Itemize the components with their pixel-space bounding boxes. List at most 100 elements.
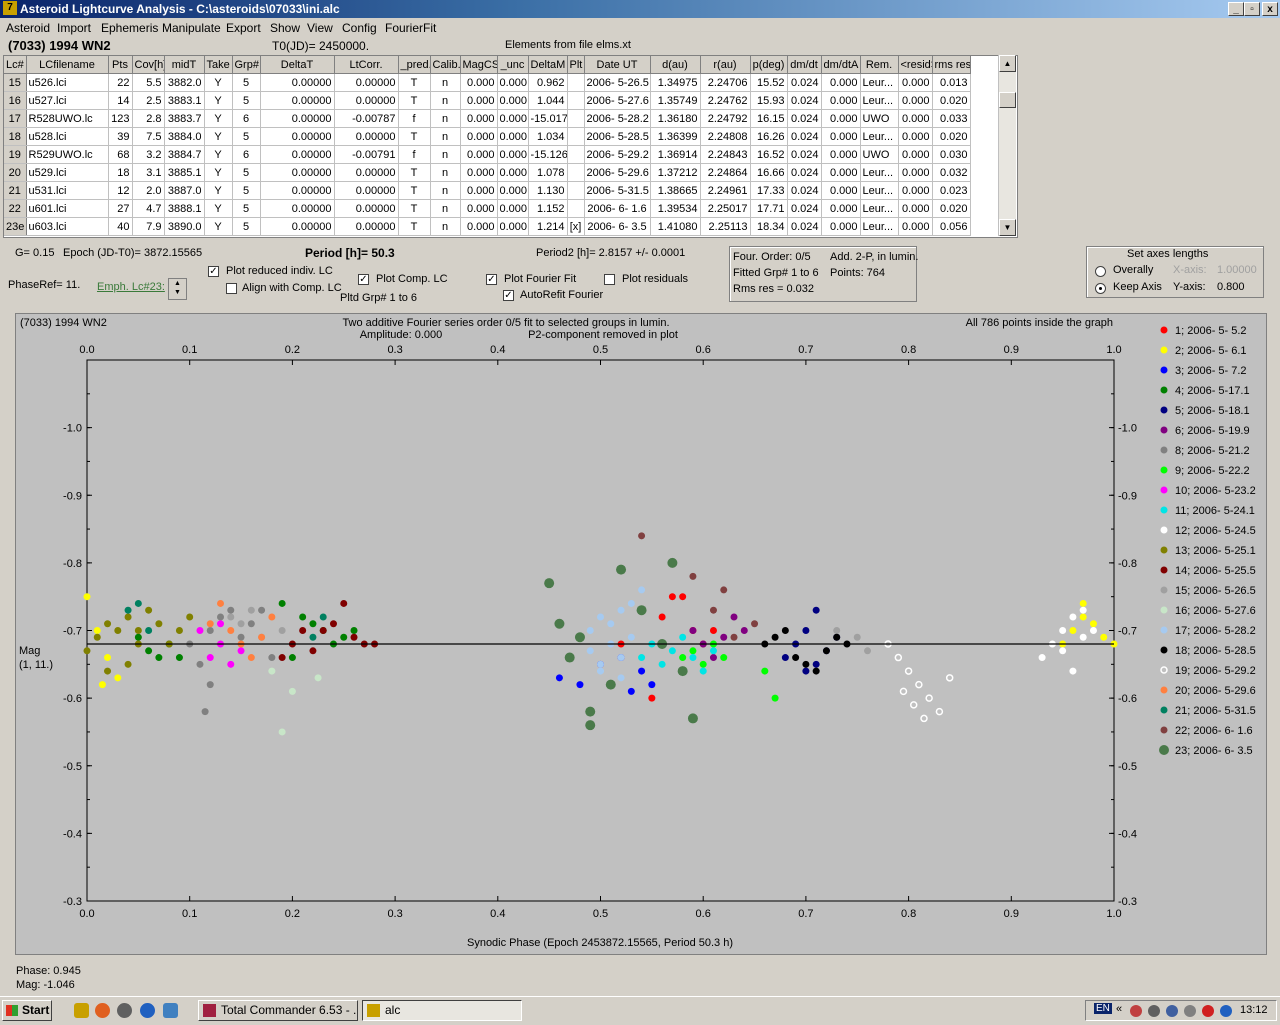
table-cell[interactable]: -0.00787 [334, 109, 399, 128]
table-cell[interactable]: 5 [232, 217, 261, 236]
column-header[interactable]: LCfilename [26, 56, 109, 74]
table-cell[interactable]: 15.93 [750, 91, 788, 110]
table-cell[interactable]: 2.24808 [700, 127, 751, 146]
table-cell[interactable]: 1.39534 [650, 199, 701, 218]
table-cell[interactable]: 0.000 [821, 145, 861, 164]
table-cell[interactable]: 123 [108, 109, 133, 128]
menu-view[interactable]: View [307, 21, 333, 35]
table-cell[interactable]: 0.00000 [260, 199, 335, 218]
table-cell[interactable]: 12 [108, 181, 133, 200]
table-cell[interactable]: 0.00000 [334, 199, 399, 218]
table-cell[interactable]: 0.024 [787, 181, 822, 200]
table-cell[interactable]: 0.000 [497, 127, 529, 146]
table-cell[interactable]: 0.000 [497, 181, 529, 200]
column-header[interactable]: Take [204, 56, 233, 74]
table-cell[interactable]: 16.26 [750, 127, 788, 146]
table-cell[interactable]: Leur... [860, 181, 899, 200]
align-comp-checkbox[interactable] [226, 283, 237, 294]
table-cell[interactable]: T [398, 127, 431, 146]
table-cell[interactable]: 0.000 [821, 163, 861, 182]
table-cell[interactable]: 2006- 6- 1.6 [584, 199, 651, 218]
table-cell[interactable]: 0.000 [821, 73, 861, 92]
xaxis-input[interactable]: 1.00000 [1217, 264, 1257, 276]
table-cell[interactable]: 0.00000 [260, 163, 335, 182]
row-number[interactable]: 21 [4, 181, 27, 200]
table-cell[interactable] [567, 181, 585, 200]
table-cell[interactable]: 3885.1 [164, 163, 205, 182]
table-cell[interactable]: n [430, 181, 461, 200]
menu-asteroid[interactable]: Asteroid [6, 21, 50, 35]
maximize-button[interactable]: ▫ [1244, 2, 1260, 16]
table-cell[interactable]: 0.00000 [260, 91, 335, 110]
table-cell[interactable]: 3887.0 [164, 181, 205, 200]
table-cell[interactable]: 2006- 5-28.5 [584, 127, 651, 146]
autorefit-checkbox[interactable]: ✓ [503, 290, 514, 301]
menu-import[interactable]: Import [57, 21, 91, 35]
table-cell[interactable]: 18.34 [750, 217, 788, 236]
column-header[interactable]: MagCS [460, 56, 498, 74]
table-cell[interactable]: 0.000 [898, 199, 933, 218]
table-cell[interactable]: UWO [860, 109, 899, 128]
table-cell[interactable]: 0.00000 [260, 217, 335, 236]
table-cell[interactable]: 2006- 5-31.5 [584, 181, 651, 200]
table-cell[interactable] [567, 199, 585, 218]
table-cell[interactable]: 0.030 [932, 145, 971, 164]
table-cell[interactable]: 3882.0 [164, 73, 205, 92]
scroll-up-icon[interactable]: ▲ [999, 55, 1016, 72]
column-header[interactable]: LtCorr. [334, 56, 399, 74]
table-cell[interactable]: 0.000 [898, 181, 933, 200]
table-cell[interactable]: 0.00000 [334, 91, 399, 110]
table-cell[interactable]: Leur... [860, 163, 899, 182]
table-cell[interactable]: f [398, 145, 431, 164]
table-cell[interactable]: u603.lci [26, 217, 109, 236]
column-header[interactable]: Grp# [232, 56, 261, 74]
row-number[interactable]: 16 [4, 91, 27, 110]
table-cell[interactable]: f [398, 109, 431, 128]
column-header[interactable]: _unc [497, 56, 529, 74]
row-number[interactable]: 15 [4, 73, 27, 92]
table-cell[interactable]: 0.000 [898, 109, 933, 128]
table-cell[interactable]: 7.5 [132, 127, 165, 146]
table-cell[interactable]: 1.41080 [650, 217, 701, 236]
table-cell[interactable]: 1.130 [528, 181, 568, 200]
table-cell[interactable]: 3883.7 [164, 109, 205, 128]
table-cell[interactable]: u529.lci [26, 163, 109, 182]
table-cell[interactable]: Leur... [860, 127, 899, 146]
table-cell[interactable]: u528.lci [26, 127, 109, 146]
plot-residuals-checkbox[interactable] [604, 274, 615, 285]
table-cell[interactable]: 1.34975 [650, 73, 701, 92]
table-cell[interactable]: 2006- 5-27.6 [584, 91, 651, 110]
table-cell[interactable]: n [430, 217, 461, 236]
emph-lc-link[interactable]: Emph. Lc#23: [97, 281, 165, 293]
table-cell[interactable]: 2.5 [132, 91, 165, 110]
table-cell[interactable]: 0.033 [932, 109, 971, 128]
table-cell[interactable]: Y [204, 127, 233, 146]
tray-icon-6[interactable] [1220, 1005, 1232, 1017]
table-cell[interactable]: n [430, 109, 461, 128]
table-cell[interactable]: 0.000 [460, 163, 498, 182]
row-number[interactable]: 17 [4, 109, 27, 128]
table-cell[interactable]: 6 [232, 109, 261, 128]
column-header[interactable]: <resid> [898, 56, 933, 74]
table-cell[interactable]: 0.000 [460, 199, 498, 218]
row-number[interactable]: 18 [4, 127, 27, 146]
table-cell[interactable]: 0.00000 [260, 145, 335, 164]
column-header[interactable]: dm/dt [787, 56, 822, 74]
table-cell[interactable]: 2006- 5-26.5 [584, 73, 651, 92]
table-cell[interactable]: 0.00000 [334, 181, 399, 200]
table-cell[interactable]: Leur... [860, 199, 899, 218]
start-button[interactable]: Start [2, 1000, 52, 1021]
table-cell[interactable]: 0.000 [898, 73, 933, 92]
table-cell[interactable]: -15.017 [528, 109, 568, 128]
table-cell[interactable]: UWO [860, 145, 899, 164]
table-cell[interactable]: n [430, 127, 461, 146]
column-header[interactable]: DeltaT [260, 56, 335, 74]
table-cell[interactable]: 0.020 [932, 91, 971, 110]
column-header[interactable]: Date UT [584, 56, 651, 74]
table-cell[interactable]: 0.000 [821, 127, 861, 146]
table-cell[interactable]: 5 [232, 91, 261, 110]
table-cell[interactable]: 1.152 [528, 199, 568, 218]
table-row[interactable]: 21 u531.lci 12 2.0 3887.0 Y 5 0.00000 0.00000 Tn 0… [4, 181, 971, 200]
table-cell[interactable]: 17.71 [750, 199, 788, 218]
table-cell[interactable]: 16.15 [750, 109, 788, 128]
